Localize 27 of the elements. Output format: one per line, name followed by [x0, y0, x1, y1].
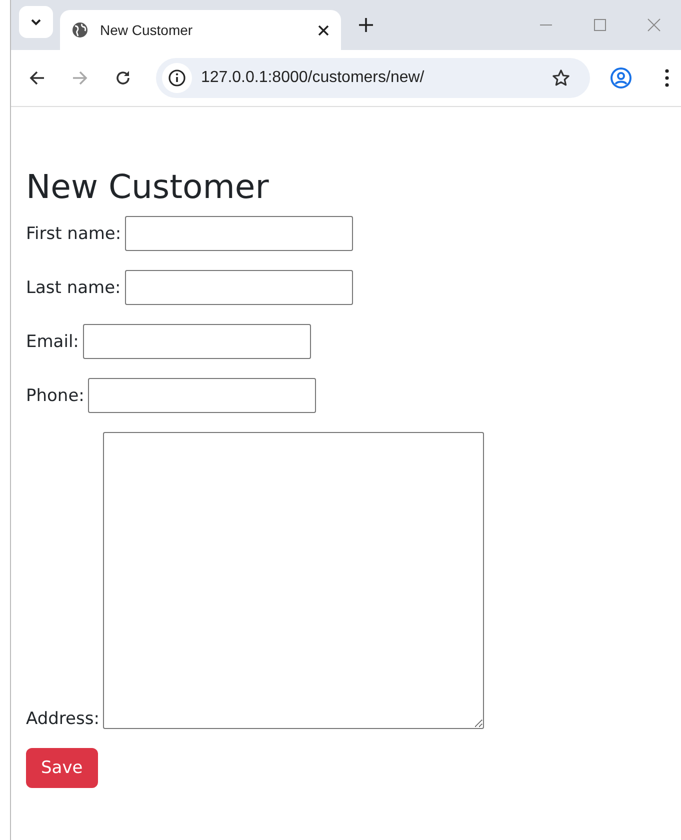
input-field[interactable] [82, 324, 311, 359]
globe-icon [72, 22, 88, 38]
field-label: Last name: [26, 278, 121, 298]
url-text: 127.0.0.1:8000/customers/new/ [201, 69, 426, 87]
save-button[interactable]: Save [26, 748, 98, 788]
new-tab-icon[interactable] [359, 18, 373, 32]
address-bar[interactable]: 127.0.0.1:8000/customers/new/ [156, 58, 590, 98]
field-label: Phone: [26, 386, 84, 406]
profile-icon[interactable] [610, 67, 632, 89]
field-label: First name: [26, 224, 122, 244]
reload-icon[interactable] [115, 70, 131, 86]
close-icon[interactable] [318, 24, 329, 36]
field-label: Address: [26, 709, 100, 729]
maximize-icon[interactable] [593, 18, 607, 32]
input-field[interactable] [124, 270, 353, 305]
menu-icon[interactable] [665, 69, 669, 87]
browser-tab[interactable]: New Customer [60, 10, 341, 50]
chevron-down-icon [30, 18, 42, 26]
back-arrow-icon[interactable] [29, 70, 45, 86]
star-icon[interactable] [552, 69, 570, 87]
input-field[interactable] [125, 216, 354, 251]
tab-title: New Customer [100, 22, 194, 38]
info-icon [168, 69, 186, 87]
input-field[interactable] [88, 378, 316, 413]
tab-search-button[interactable] [19, 6, 53, 38]
page-heading: New Customer [26, 167, 270, 207]
field-label: Email: [26, 332, 79, 352]
